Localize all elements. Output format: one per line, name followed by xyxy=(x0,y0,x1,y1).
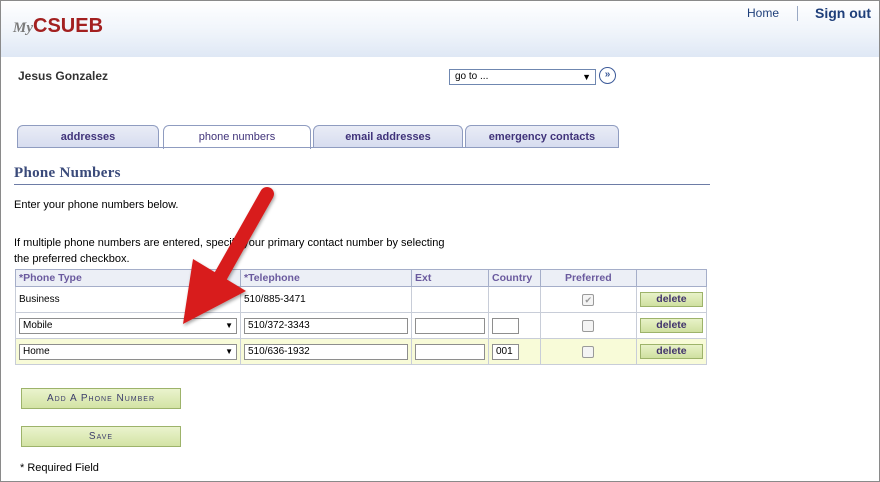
link-divider xyxy=(797,6,798,21)
preferred-instruction-text: If multiple phone numbers are entered, s… xyxy=(14,237,445,265)
delete-button[interactable]: delete xyxy=(639,292,703,307)
country-cell xyxy=(488,312,541,339)
phone-type-cell: Home ▼ xyxy=(15,338,241,365)
phone-numbers-table: *Phone Type *Telephone Ext Country Prefe… xyxy=(15,269,708,365)
user-name: Jesus Gonzalez xyxy=(18,69,109,83)
required-field-note: * Required Field xyxy=(20,462,99,474)
telephone-input[interactable]: 510/636-1932 xyxy=(244,343,408,360)
preferred-checkbox[interactable] xyxy=(582,345,595,358)
tab-email-addresses[interactable]: email addresses xyxy=(313,125,463,148)
table-row: Home ▼ 510/636-1932 001 delete xyxy=(15,338,708,365)
phone-type-select[interactable]: Home ▼ xyxy=(19,343,237,360)
app-window: MyCSUEB Home Sign out Jesus Gonzalez go … xyxy=(0,0,880,482)
action-cell: delete xyxy=(635,312,708,339)
tab-emergency-contacts[interactable]: emergency contacts xyxy=(465,125,619,148)
section-divider xyxy=(14,184,710,185)
ext-cell xyxy=(411,338,489,365)
phone-type-select[interactable]: Mobile ▼ xyxy=(19,317,237,334)
chevron-down-icon: ▼ xyxy=(225,320,233,330)
column-header-actions xyxy=(635,269,708,287)
preferred-cell: ✔ xyxy=(539,286,637,313)
preferred-checkbox[interactable] xyxy=(582,319,595,332)
column-header-country: Country xyxy=(488,269,541,287)
phone-type-cell: Business xyxy=(15,286,241,313)
tab-addresses[interactable]: addresses xyxy=(17,125,159,148)
phone-type-cell: Mobile ▼ xyxy=(15,312,241,339)
ext-input[interactable] xyxy=(415,317,485,334)
goto-select[interactable]: go to ... ▼ xyxy=(449,69,596,85)
header-bar: MyCSUEB Home Sign out xyxy=(1,1,879,57)
ext-cell xyxy=(411,286,489,313)
tabs-divider xyxy=(17,147,619,148)
save-button[interactable]: Save xyxy=(21,426,181,447)
country-input[interactable]: 001 xyxy=(492,343,519,360)
column-header-telephone: *Telephone xyxy=(240,269,412,287)
action-cell: delete xyxy=(635,338,708,365)
ext-cell xyxy=(411,312,489,339)
ext-input[interactable] xyxy=(415,343,485,360)
telephone-cell: 510/372-3343 xyxy=(240,312,412,339)
telephone-cell: 510/885-3471 xyxy=(240,286,412,313)
table-row: Mobile ▼ 510/372-3343 delete xyxy=(15,312,708,339)
table-header-row: *Phone Type *Telephone Ext Country Prefe… xyxy=(15,269,708,287)
chevron-down-icon: ▼ xyxy=(582,72,591,82)
country-cell: 001 xyxy=(488,338,541,365)
add-phone-number-button[interactable]: Add A Phone Number xyxy=(21,388,181,409)
home-link[interactable]: Home xyxy=(747,6,779,20)
country-cell xyxy=(488,286,541,313)
action-cell: delete xyxy=(635,286,708,313)
delete-button[interactable]: delete xyxy=(639,344,703,359)
section-title: Phone Numbers xyxy=(14,165,121,181)
telephone-cell: 510/636-1932 xyxy=(240,338,412,365)
sign-out-link[interactable]: Sign out xyxy=(815,5,871,21)
goto-select-value: go to ... xyxy=(455,71,489,82)
preferred-cell xyxy=(539,338,637,365)
column-header-phone-type: *Phone Type xyxy=(15,269,241,287)
chevron-down-icon: ▼ xyxy=(225,346,233,356)
country-input[interactable] xyxy=(492,317,519,334)
delete-button[interactable]: delete xyxy=(639,318,703,333)
goto-button[interactable]: » xyxy=(599,67,616,84)
telephone-input[interactable]: 510/372-3343 xyxy=(244,317,408,334)
preferred-cell xyxy=(539,312,637,339)
table-row: Business 510/885-3471 ✔ delete xyxy=(15,286,708,313)
instruction-text: Enter your phone numbers below. xyxy=(14,199,179,211)
preferred-checkbox[interactable]: ✔ xyxy=(582,293,595,306)
column-header-preferred: Preferred xyxy=(539,269,637,287)
tab-phone-numbers[interactable]: phone numbers xyxy=(163,125,311,149)
logo: MyCSUEB xyxy=(13,15,104,37)
column-header-ext: Ext xyxy=(411,269,489,287)
